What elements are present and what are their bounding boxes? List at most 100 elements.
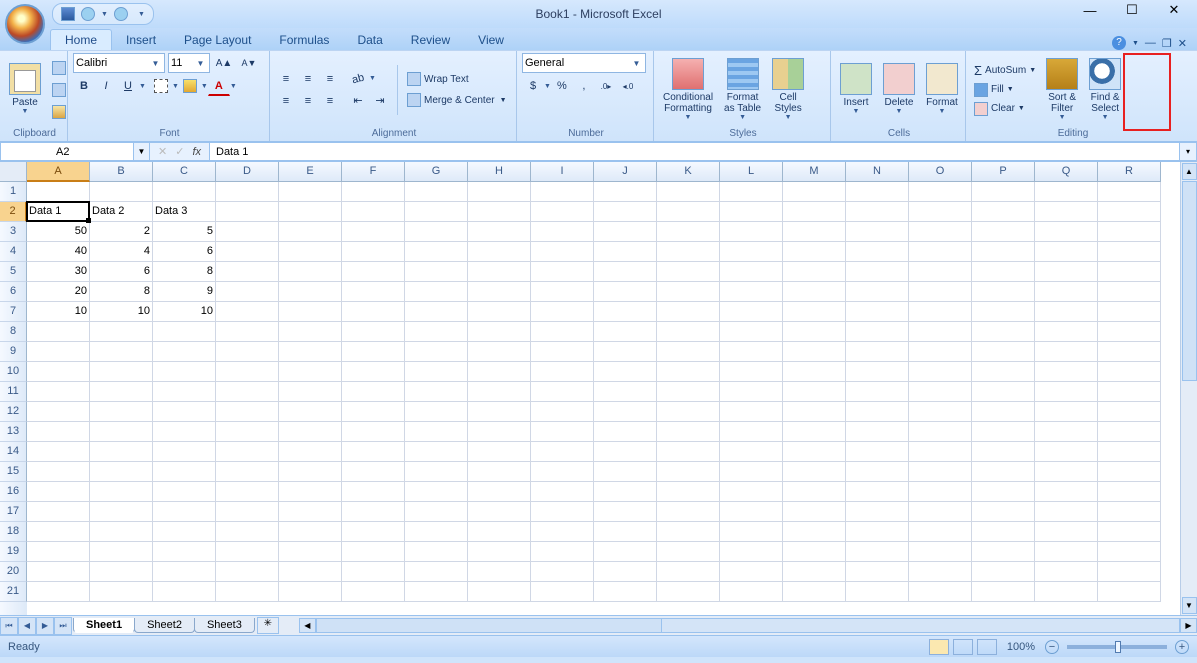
sheet-next-button[interactable]: ▶: [36, 617, 54, 635]
cell[interactable]: [1098, 222, 1161, 242]
cell[interactable]: [1098, 582, 1161, 602]
cell[interactable]: [783, 462, 846, 482]
cell[interactable]: [846, 202, 909, 222]
cell[interactable]: [846, 322, 909, 342]
cell[interactable]: [216, 182, 279, 202]
cell[interactable]: [909, 562, 972, 582]
cell[interactable]: [846, 382, 909, 402]
increase-decimal-button[interactable]: .0▸: [595, 76, 617, 96]
cell[interactable]: [783, 342, 846, 362]
cell[interactable]: [216, 282, 279, 302]
cut-button[interactable]: [48, 58, 70, 78]
cell[interactable]: [1035, 282, 1098, 302]
cell[interactable]: [153, 442, 216, 462]
cell[interactable]: [216, 422, 279, 442]
tab-data[interactable]: Data: [343, 30, 396, 50]
cell[interactable]: [594, 442, 657, 462]
font-name-combo[interactable]: Calibri▼: [73, 53, 165, 73]
cell[interactable]: [342, 402, 405, 422]
cell[interactable]: [153, 502, 216, 522]
cell[interactable]: [657, 382, 720, 402]
cancel-formula-icon[interactable]: ✕: [158, 145, 167, 158]
cell[interactable]: [279, 262, 342, 282]
cell[interactable]: [594, 542, 657, 562]
cell[interactable]: [342, 422, 405, 442]
cell[interactable]: 2: [90, 222, 153, 242]
column-header[interactable]: Q: [1035, 162, 1098, 182]
cell[interactable]: [468, 222, 531, 242]
cell[interactable]: [216, 502, 279, 522]
cell[interactable]: [657, 562, 720, 582]
cell[interactable]: [153, 422, 216, 442]
row-header[interactable]: 20: [0, 562, 27, 582]
cell[interactable]: [972, 202, 1035, 222]
cell[interactable]: [90, 462, 153, 482]
cell[interactable]: [405, 542, 468, 562]
cell[interactable]: [90, 442, 153, 462]
cell[interactable]: [27, 362, 90, 382]
cell[interactable]: [594, 302, 657, 322]
cell[interactable]: [153, 402, 216, 422]
cell[interactable]: [783, 222, 846, 242]
align-right-button[interactable]: ≡: [319, 91, 341, 111]
mdi-restore-icon[interactable]: ❐: [1162, 37, 1172, 50]
cell[interactable]: [531, 502, 594, 522]
cell[interactable]: [783, 182, 846, 202]
qat-dropdown[interactable]: ▼: [138, 11, 145, 18]
cell[interactable]: [594, 402, 657, 422]
cell[interactable]: [846, 282, 909, 302]
cell[interactable]: [594, 322, 657, 342]
scroll-right-button[interactable]: ▶: [1180, 618, 1197, 633]
cell[interactable]: [972, 182, 1035, 202]
cell[interactable]: [279, 382, 342, 402]
cell[interactable]: [27, 402, 90, 422]
cell[interactable]: [846, 342, 909, 362]
cell[interactable]: [1098, 542, 1161, 562]
cell[interactable]: [657, 542, 720, 562]
column-header[interactable]: E: [279, 162, 342, 182]
cell[interactable]: [90, 502, 153, 522]
cell[interactable]: [846, 422, 909, 442]
cell[interactable]: 8: [90, 282, 153, 302]
scroll-left-button[interactable]: ◀: [299, 618, 316, 633]
cell[interactable]: [972, 502, 1035, 522]
cell[interactable]: [153, 522, 216, 542]
cell[interactable]: [783, 582, 846, 602]
cell[interactable]: [972, 262, 1035, 282]
cell[interactable]: [1098, 362, 1161, 382]
cell[interactable]: [594, 422, 657, 442]
scroll-down-button[interactable]: ▼: [1182, 597, 1197, 614]
cell[interactable]: [1035, 442, 1098, 462]
cell[interactable]: [468, 262, 531, 282]
tab-page-layout[interactable]: Page Layout: [170, 30, 265, 50]
cell[interactable]: [720, 462, 783, 482]
zoom-out-button[interactable]: −: [1045, 640, 1059, 654]
cell[interactable]: [594, 522, 657, 542]
cell[interactable]: [468, 342, 531, 362]
cell[interactable]: [783, 362, 846, 382]
cell[interactable]: [1035, 562, 1098, 582]
cell[interactable]: [216, 542, 279, 562]
cell[interactable]: [90, 562, 153, 582]
cell[interactable]: [342, 362, 405, 382]
cell[interactable]: [279, 322, 342, 342]
row-header[interactable]: 14: [0, 442, 27, 462]
cell[interactable]: [342, 202, 405, 222]
fill-button[interactable]: Fill▼: [971, 80, 1039, 99]
cell[interactable]: [783, 562, 846, 582]
sheet-tab[interactable]: Sheet3: [194, 618, 255, 633]
cell[interactable]: [657, 502, 720, 522]
page-break-view-button[interactable]: [977, 639, 997, 655]
cell[interactable]: [531, 482, 594, 502]
cell[interactable]: [594, 222, 657, 242]
cell[interactable]: [846, 262, 909, 282]
cell[interactable]: [216, 482, 279, 502]
cell[interactable]: [279, 302, 342, 322]
cell[interactable]: [1035, 202, 1098, 222]
cell[interactable]: [909, 402, 972, 422]
cell[interactable]: [594, 362, 657, 382]
column-header[interactable]: N: [846, 162, 909, 182]
cell[interactable]: [90, 342, 153, 362]
cell[interactable]: [279, 442, 342, 462]
cell[interactable]: 8: [153, 262, 216, 282]
